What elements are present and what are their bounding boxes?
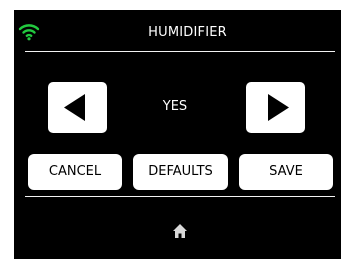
header-divider xyxy=(25,51,335,52)
footer-divider xyxy=(25,196,335,197)
save-button[interactable]: SAVE xyxy=(239,154,333,190)
right-arrow-icon xyxy=(268,94,289,121)
next-option-button[interactable] xyxy=(246,82,305,133)
left-arrow-icon xyxy=(64,94,85,121)
page-title: HUMIDIFIER xyxy=(148,25,227,40)
screen: HUMIDIFIER YES CANCEL DEFAULTS SAVE xyxy=(0,0,341,259)
selected-value: YES xyxy=(162,99,188,114)
defaults-button[interactable]: DEFAULTS xyxy=(133,154,228,190)
home-icon[interactable] xyxy=(172,223,188,239)
previous-option-button[interactable] xyxy=(48,82,107,133)
device-panel xyxy=(14,10,341,259)
cancel-button[interactable]: CANCEL xyxy=(28,154,122,190)
wifi-icon xyxy=(18,24,40,41)
